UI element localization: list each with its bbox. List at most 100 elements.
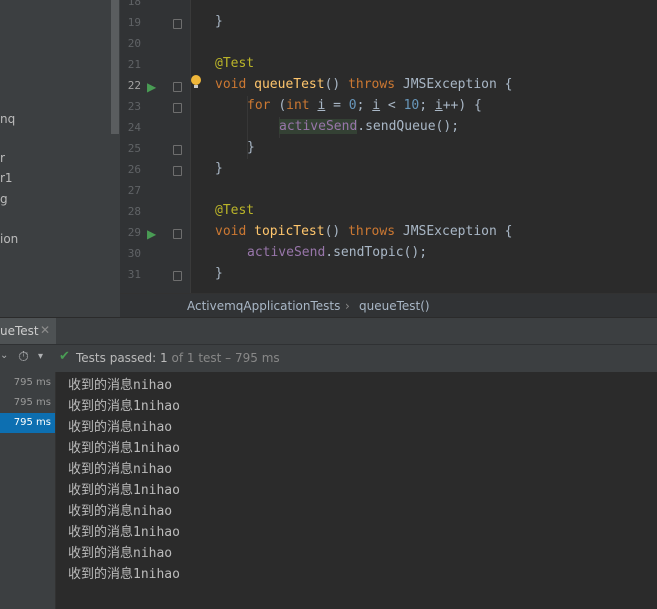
- console-line: 收到的消息nihao: [68, 504, 173, 519]
- console-output[interactable]: 收到的消息nihao 收到的消息1nihao 收到的消息nihao 收到的消息1…: [56, 372, 657, 609]
- code-line: 19 }: [120, 13, 657, 34]
- console-line: 收到的消息nihao: [68, 378, 173, 393]
- keyword: throws: [348, 77, 396, 92]
- code-text: }: [215, 266, 223, 281]
- status-detail: of 1 test – 795 ms: [167, 351, 280, 365]
- test-status: Tests passed: 1 of 1 test – 795 ms: [76, 351, 280, 365]
- keyword: throws: [348, 224, 396, 239]
- line-number: 24: [127, 121, 141, 134]
- code-token: =: [325, 98, 349, 113]
- breadcrumb-separator: ›: [345, 299, 350, 313]
- code-line: 21 @Test: [120, 55, 657, 76]
- code-line: 23 for (int i = 0; i < 10; i++) {: [120, 97, 657, 118]
- code-line: 28 @Test: [120, 202, 657, 223]
- fold-end-icon[interactable]: [173, 19, 182, 29]
- console-line: 收到的消息1nihao: [68, 399, 180, 414]
- code-line: 22 ▶ void queueTest() throws JMSExceptio…: [120, 75, 657, 97]
- chevron-down-icon[interactable]: ▾: [38, 351, 43, 362]
- line-number: 22: [127, 79, 141, 92]
- run-test-icon[interactable]: ▶: [147, 227, 156, 241]
- run-test-icon[interactable]: ▶: [147, 80, 156, 94]
- console-line: 收到的消息1nihao: [68, 483, 180, 498]
- code-line: 30 activeSend.sendTopic();: [120, 244, 657, 265]
- code-text: }: [215, 14, 223, 29]
- code-text: void queueTest() throws JMSException {: [215, 77, 512, 92]
- code-token: ;: [419, 98, 435, 113]
- fold-end-icon[interactable]: [173, 145, 182, 155]
- project-tree-item[interactable]: r1: [0, 171, 13, 185]
- test-duration[interactable]: 795 ms: [1, 373, 51, 393]
- line-number: 29: [127, 226, 141, 239]
- lightbulb-icon[interactable]: [191, 75, 201, 88]
- line-number: 26: [127, 163, 141, 176]
- code-text: activeSend.sendTopic();: [247, 245, 427, 260]
- code-token: JMSException {: [402, 224, 513, 239]
- console-line: 收到的消息1nihao: [68, 525, 180, 540]
- close-icon[interactable]: ✕: [40, 323, 50, 337]
- code-editor[interactable]: 18 19 } 20 21 @Test 22 ▶ void queueTest(…: [120, 0, 657, 293]
- run-tab-bar: ueTest ✕: [0, 317, 657, 347]
- fold-start-icon[interactable]: [173, 82, 182, 92]
- line-number: 25: [127, 142, 141, 155]
- code-line: 27: [120, 181, 657, 202]
- line-number: 31: [127, 268, 141, 281]
- annotation: @Test: [215, 56, 255, 71]
- code-line: 29 ▶ void topicTest() throws JMSExceptio…: [120, 223, 657, 244]
- test-duration[interactable]: 795 ms: [1, 393, 51, 413]
- status-passed: Tests passed: 1: [76, 351, 168, 365]
- line-number: 30: [127, 247, 141, 260]
- project-scrollbar[interactable]: [111, 0, 119, 134]
- project-tool-window: nq r r1 g ion: [0, 0, 120, 317]
- console-line: 收到的消息nihao: [68, 462, 173, 477]
- code-token: (: [278, 98, 287, 113]
- code-token: .sendQueue();: [357, 119, 460, 134]
- code-token: ++) {: [442, 98, 482, 113]
- project-tree-item[interactable]: nq: [0, 112, 15, 126]
- field: activeSend: [247, 245, 326, 260]
- code-line: 31 }: [120, 265, 657, 286]
- code-token: (): [324, 77, 341, 92]
- console-line: 收到的消息1nihao: [68, 567, 180, 582]
- test-tree: 795 ms 795 ms 795 ms: [0, 372, 56, 609]
- code-line: 20: [120, 34, 657, 55]
- fold-start-icon[interactable]: [173, 229, 182, 239]
- code-line: 18: [120, 0, 657, 13]
- tab-run-config[interactable]: ueTest ✕: [0, 318, 56, 347]
- project-tree-item[interactable]: ion: [0, 232, 18, 246]
- console-line: 收到的消息nihao: [68, 546, 173, 561]
- code-token: <: [380, 98, 404, 113]
- code-line: 26 }: [120, 160, 657, 181]
- code-token: (): [324, 224, 341, 239]
- breadcrumb-method[interactable]: queueTest(): [359, 299, 430, 313]
- code-token: ;: [356, 98, 373, 113]
- run-toolbar: ⌄ ⏱ ▾ ✔ Tests passed: 1 of 1 test – 795 …: [0, 344, 657, 373]
- fold-start-icon[interactable]: [173, 103, 182, 113]
- line-number: 19: [127, 16, 141, 29]
- history-icon[interactable]: ⏱: [18, 349, 29, 365]
- code-text: for (int i = 0; i < 10; i++) {: [247, 98, 482, 113]
- chevron-down-icon[interactable]: ⌄: [0, 350, 8, 361]
- code-text: }: [215, 161, 223, 176]
- line-number: 21: [127, 58, 141, 71]
- code-line: 25 }: [120, 139, 657, 160]
- breadcrumb: ActivemqApplicationTests › queueTest(): [120, 293, 657, 318]
- fold-end-icon[interactable]: [173, 271, 182, 281]
- variable: i: [372, 98, 381, 113]
- method-name: topicTest: [254, 224, 325, 239]
- breadcrumb-class[interactable]: ActivemqApplicationTests: [187, 299, 340, 313]
- tab-label: ueTest: [0, 324, 39, 338]
- code-line: 24 activeSend.sendQueue();: [120, 118, 657, 139]
- line-number: 23: [127, 100, 141, 113]
- keyword: void: [215, 224, 247, 239]
- code-text: activeSend.sendQueue();: [279, 119, 459, 134]
- code-text: void topicTest() throws JMSException {: [215, 224, 512, 239]
- code-token: .sendTopic();: [325, 245, 428, 260]
- project-tree-item[interactable]: g: [0, 192, 8, 206]
- variable: i: [434, 98, 443, 113]
- console-line: 收到的消息nihao: [68, 420, 173, 435]
- project-tree-item[interactable]: r: [0, 151, 5, 165]
- fold-end-icon[interactable]: [173, 166, 182, 176]
- code-text: }: [247, 140, 255, 155]
- number: 0: [348, 98, 357, 113]
- test-duration-selected[interactable]: 795 ms: [0, 413, 55, 433]
